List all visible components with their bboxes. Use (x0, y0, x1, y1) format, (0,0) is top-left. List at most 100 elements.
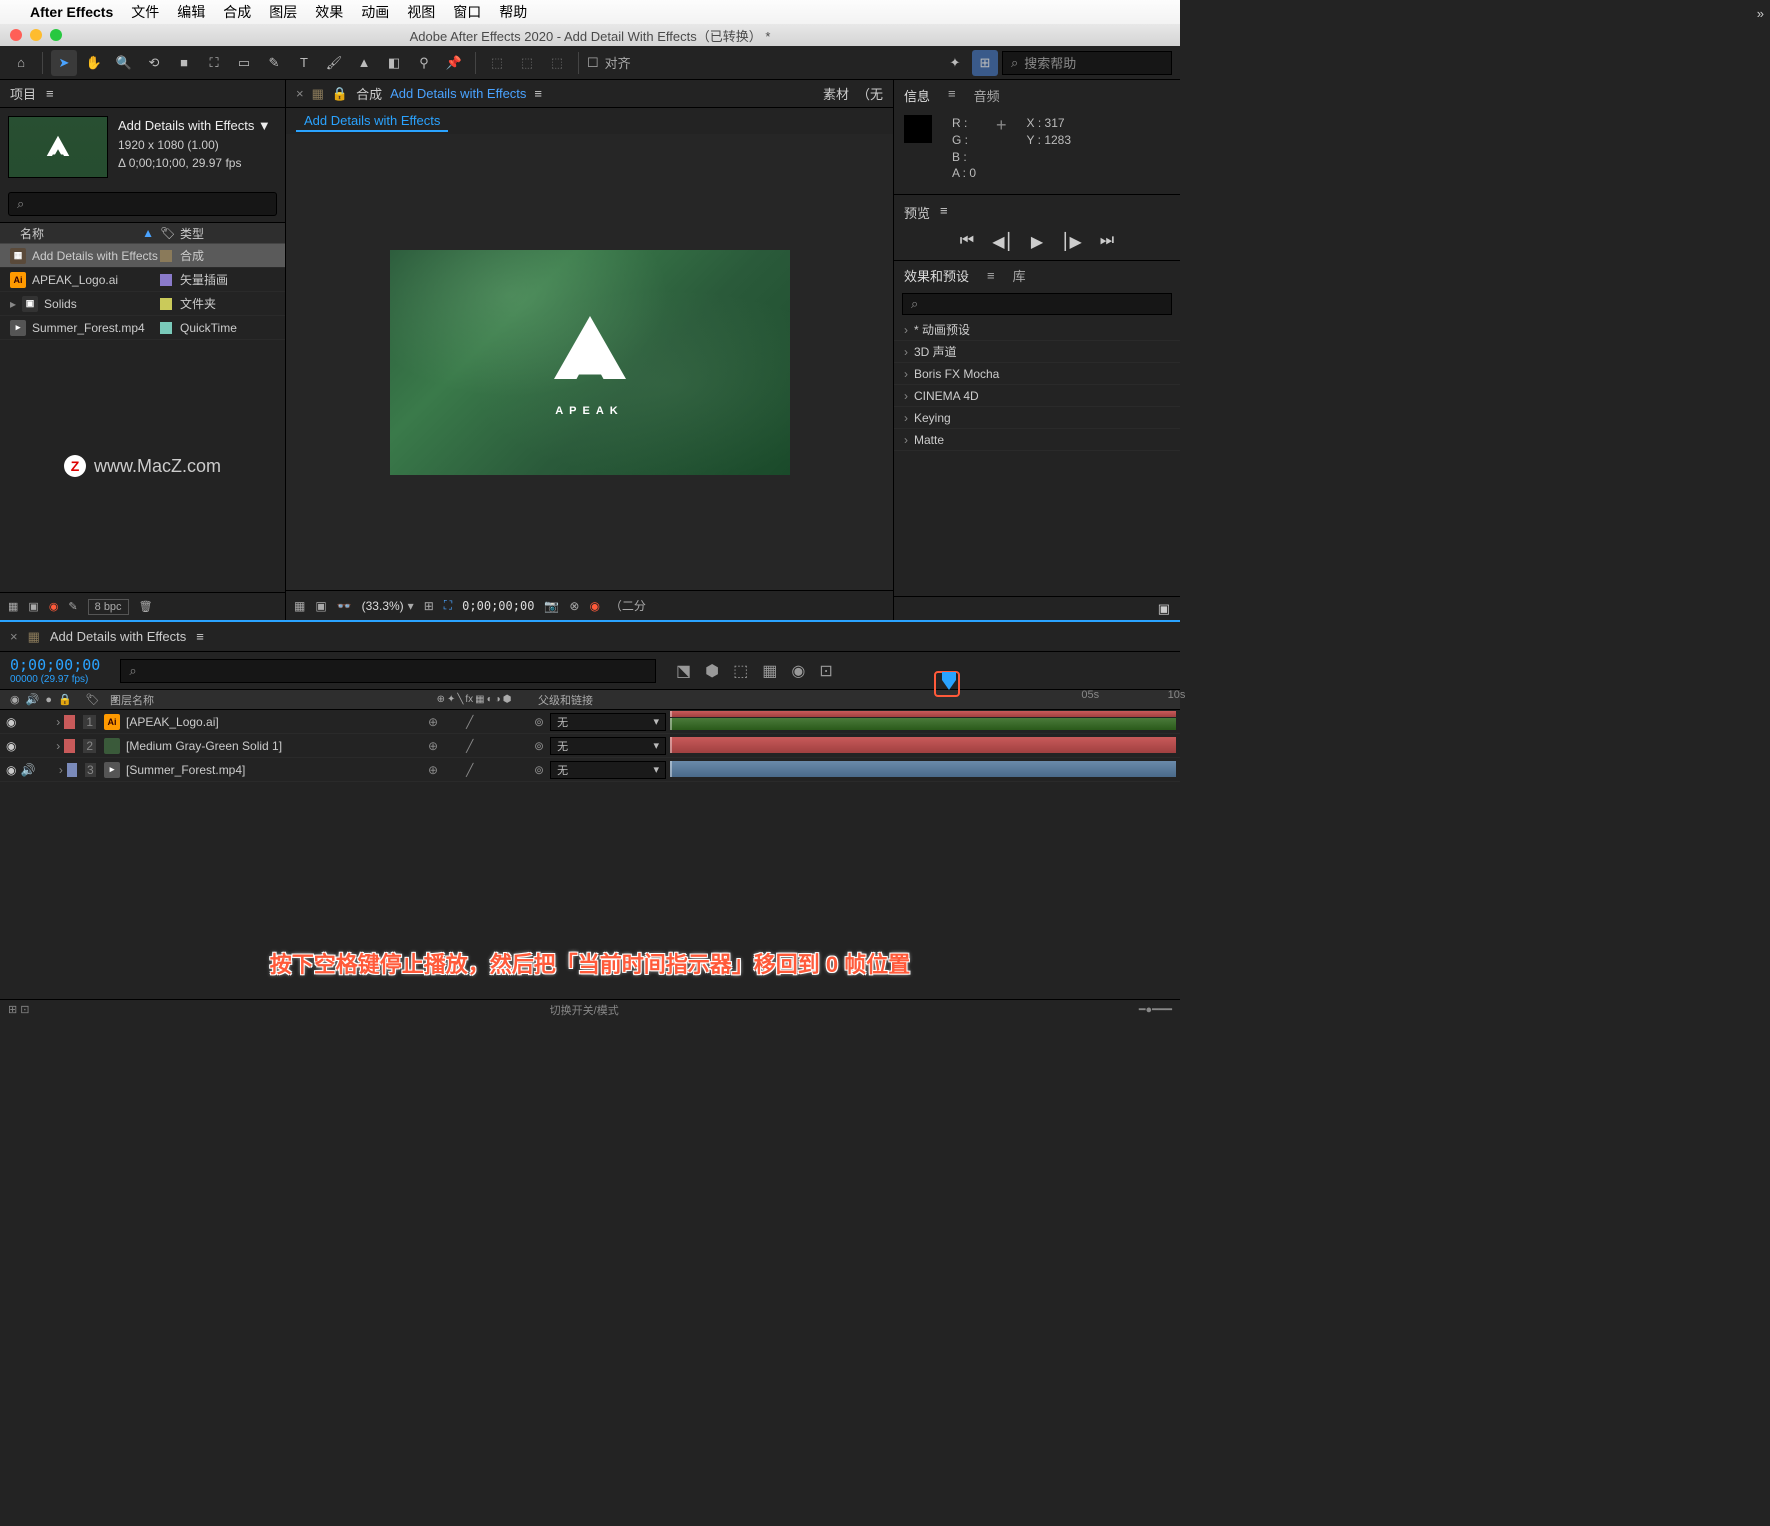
hand-tool[interactable]: ✋ (81, 50, 107, 76)
visibility-toggle[interactable]: ◉ (6, 739, 16, 753)
current-time[interactable]: 0;00;00;00 (462, 599, 534, 613)
toggle-transparent-icon[interactable]: ▣ (315, 599, 326, 613)
new-bin-icon[interactable]: ▣ (1158, 601, 1170, 616)
close-tab-icon[interactable]: × (10, 629, 18, 644)
comp-name[interactable]: Add Details with Effects ▼ (118, 116, 271, 136)
trash-icon[interactable]: 🗑 (139, 600, 153, 613)
new-comp-icon[interactable]: ◉ (49, 600, 59, 613)
menu-composition[interactable]: 合成 (223, 2, 251, 22)
rotate-tool[interactable]: ■ (171, 50, 197, 76)
panel-menu-icon[interactable]: ≡ (46, 86, 54, 101)
menu-file[interactable]: 文件 (131, 2, 159, 22)
next-frame-button[interactable]: ⎮▶ (1061, 232, 1082, 252)
zoom-tool[interactable]: 🔍 (111, 50, 137, 76)
clone-tool[interactable]: ▲ (351, 50, 377, 76)
project-search[interactable]: ⌕ (8, 192, 277, 216)
roto-tool[interactable]: ⚲ (411, 50, 437, 76)
label-swatch[interactable] (160, 298, 172, 310)
play-button[interactable]: ▶ (1031, 232, 1043, 252)
label-swatch[interactable] (160, 250, 172, 262)
switches-modes-toggle[interactable]: 切换开关/模式 (550, 1002, 619, 1018)
brush-tool[interactable]: 🖌 (321, 50, 347, 76)
menu-edit[interactable]: 编辑 (177, 2, 205, 22)
lock-icon[interactable]: 🔒 (332, 86, 348, 102)
pickwhip-icon[interactable]: ⊚ (534, 715, 544, 729)
project-item-ai[interactable]: AiAPEAK_Logo.ai 矢量插画 (0, 268, 285, 292)
panel-menu-icon[interactable]: ≡ (940, 203, 948, 222)
orbit-tool[interactable]: ⟲ (141, 50, 167, 76)
timeline-search[interactable]: ⌕ (120, 659, 656, 683)
fx-category[interactable]: CINEMA 4D (894, 385, 1180, 407)
label-swatch[interactable] (64, 715, 75, 729)
first-frame-button[interactable]: ⏮ (960, 232, 974, 252)
audio-col-icon[interactable]: 🔊 (26, 693, 40, 706)
effects-search[interactable]: ⌕ (902, 293, 1172, 315)
prev-frame-button[interactable]: ◀⎮ (992, 232, 1013, 252)
lock-col-icon[interactable]: 🔒 (58, 693, 72, 706)
expand-icon[interactable]: › (59, 763, 63, 777)
comp-mini-flow-icon[interactable]: ⬔ (676, 661, 691, 681)
panel-menu-icon[interactable]: ≡ (987, 268, 995, 283)
label-swatch[interactable] (160, 274, 172, 286)
panel-menu-icon[interactable]: ≡ (534, 86, 542, 101)
visibility-toggle[interactable]: ◉ (6, 763, 16, 777)
menu-window[interactable]: 窗口 (453, 2, 481, 22)
parent-dropdown[interactable]: 无▾ (550, 737, 666, 755)
app-name[interactable]: After Effects (30, 4, 113, 20)
graph-editor-icon[interactable]: ⊡ (819, 661, 832, 681)
menu-help[interactable]: 帮助 (499, 2, 527, 22)
menu-view[interactable]: 视图 (407, 2, 435, 22)
menu-animation[interactable]: 动画 (361, 2, 389, 22)
visibility-toggle[interactable]: ◉ (6, 715, 16, 729)
close-tab-icon[interactable]: × (296, 86, 304, 101)
expand-icon[interactable]: › (56, 739, 60, 753)
draft-3d-icon[interactable]: ⬢ (705, 661, 719, 681)
label-col-icon[interactable]: 🏷 (86, 693, 100, 706)
motion-blur-icon[interactable]: ◉ (791, 661, 805, 681)
label-swatch[interactable] (67, 763, 77, 777)
type-tool[interactable]: T (291, 50, 317, 76)
comp-thumbnail[interactable] (8, 116, 108, 178)
label-swatch[interactable] (64, 739, 75, 753)
fx-category[interactable]: Keying (894, 407, 1180, 429)
chevrons-icon[interactable]: » (1757, 6, 1764, 21)
panel-menu-icon[interactable]: ≡ (196, 629, 204, 644)
library-tab[interactable]: 库 (1013, 266, 1026, 285)
menu-layer[interactable]: 图层 (269, 2, 297, 22)
timeline-comp-name[interactable]: Add Details with Effects (50, 629, 186, 644)
last-frame-button[interactable]: ⏭ (1100, 232, 1114, 252)
pickwhip-icon[interactable]: ⊚ (534, 739, 544, 753)
interpret-icon[interactable]: ▦ (8, 600, 18, 613)
tracks[interactable] (666, 710, 1180, 782)
new-folder-icon[interactable]: ▣ (28, 600, 38, 613)
toggle-alpha-icon[interactable]: ▦ (294, 599, 305, 613)
fx-category[interactable]: Matte (894, 429, 1180, 451)
pickwhip-icon[interactable]: ⊚ (534, 763, 544, 777)
snap-toggle[interactable]: ☐对齐 (587, 53, 631, 72)
project-item-folder[interactable]: ▸▣Solids 文件夹 (0, 292, 285, 316)
info-tab[interactable]: 信息 (904, 86, 930, 105)
eraser-tool[interactable]: ◧ (381, 50, 407, 76)
project-item-mov[interactable]: ▸Summer_Forest.mp4 QuickTime (0, 316, 285, 340)
shy-icon[interactable]: ⬚ (733, 661, 748, 681)
solo-col-icon[interactable]: ● (45, 694, 52, 706)
puppet-tool[interactable]: 📌 (441, 50, 467, 76)
audio-toggle[interactable]: 🔊 (20, 763, 35, 777)
playhead[interactable] (939, 671, 959, 691)
audio-tab[interactable]: 音频 (974, 86, 1000, 105)
current-time[interactable]: 0;00;00;00 (10, 656, 100, 674)
zoom-dropdown[interactable]: (33.3%)▾ (362, 599, 414, 613)
pen-tool[interactable]: ✎ (261, 50, 287, 76)
toggle-switches-icon[interactable]: ⊞ ⊡ (0, 1003, 38, 1016)
color-mgmt-icon[interactable]: ◉ (589, 599, 599, 613)
expand-icon[interactable]: › (56, 715, 60, 729)
zoom-slider[interactable]: ━●━━━ (1131, 1003, 1180, 1016)
local-axis-icon[interactable]: ⬚ (484, 50, 510, 76)
parent-dropdown[interactable]: 无▾ (550, 713, 666, 731)
anchor-tool[interactable]: ⛶ (201, 50, 227, 76)
fx-category[interactable]: 3D 声道 (894, 341, 1180, 363)
panel-menu-icon[interactable]: ≡ (948, 86, 956, 105)
sort-icon[interactable]: ▲ (142, 226, 154, 240)
roi-icon[interactable]: ⛶ (444, 598, 452, 613)
parent-dropdown[interactable]: 无▾ (550, 761, 666, 779)
